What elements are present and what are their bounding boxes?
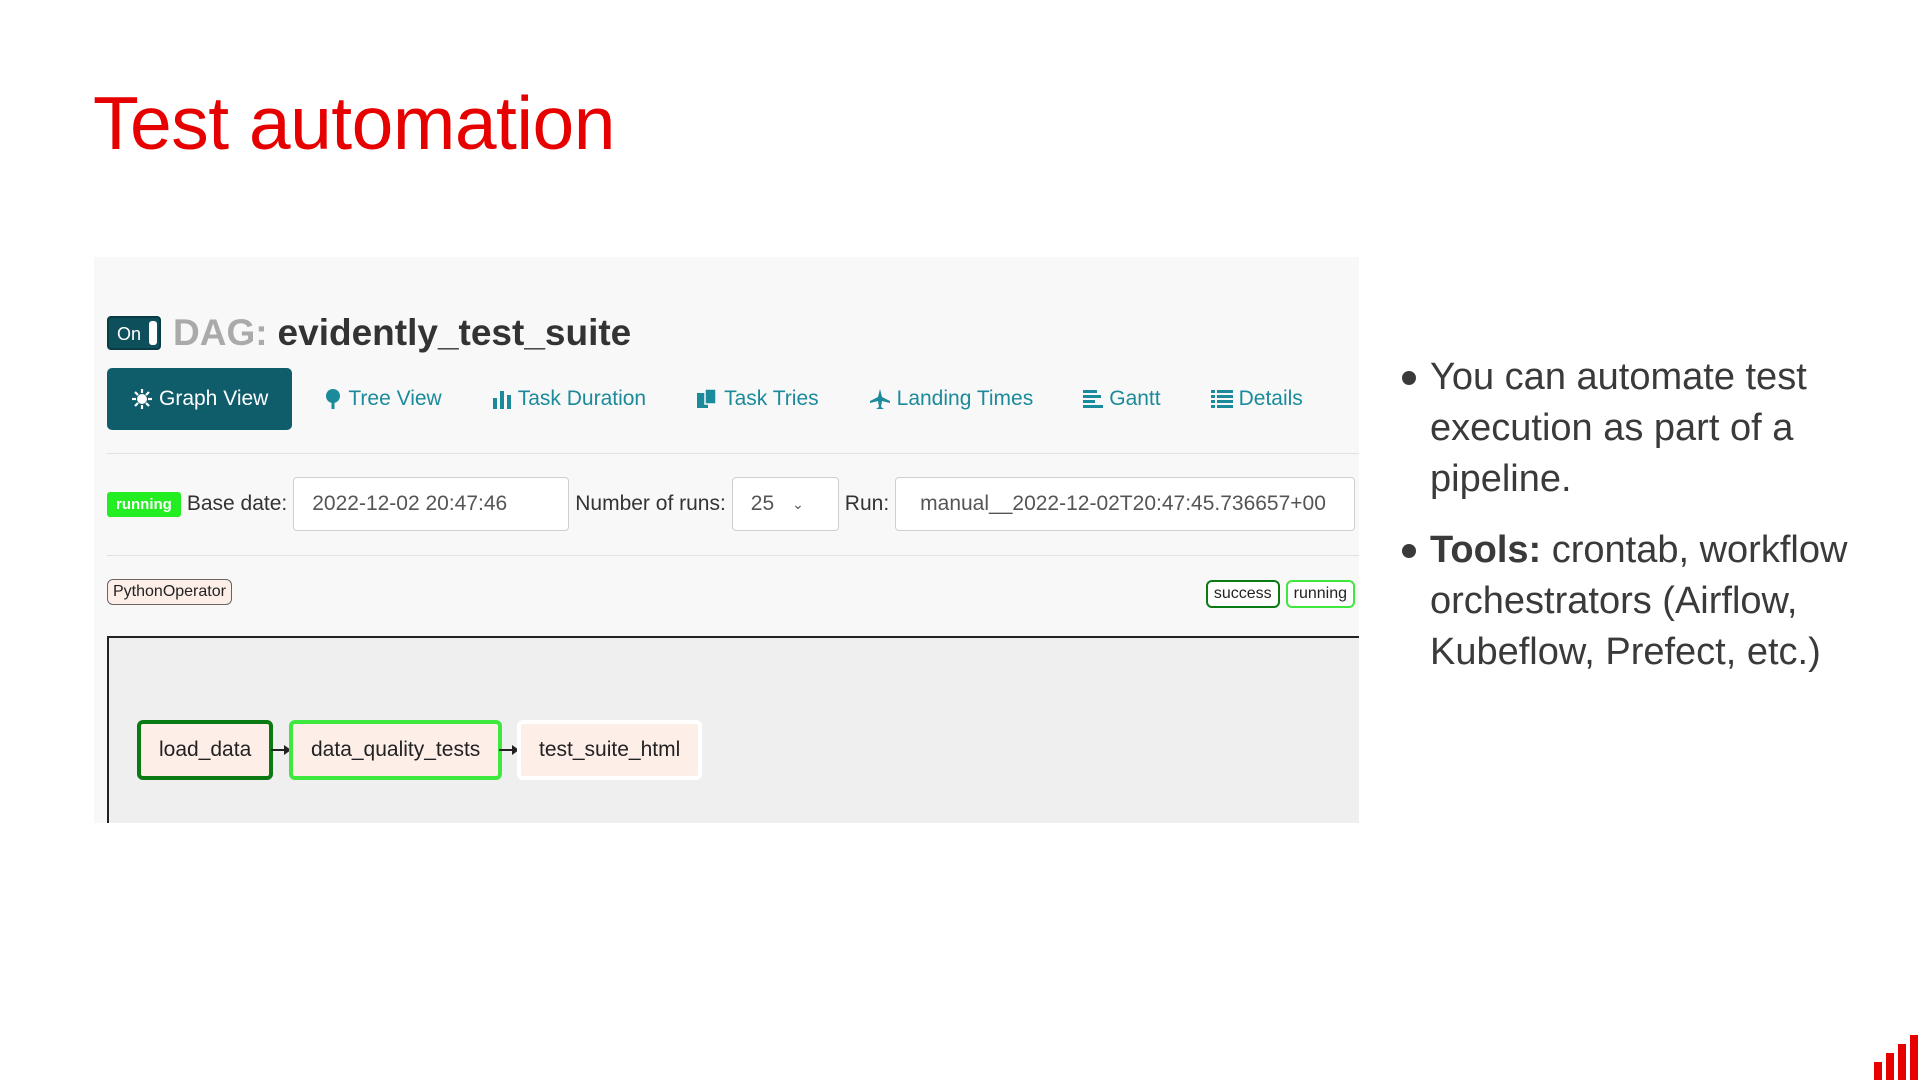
num-runs-label: Number of runs: <box>575 492 726 515</box>
task-node-load-data[interactable]: load_data <box>137 720 274 780</box>
tab-label: Landing Times <box>896 387 1034 410</box>
view-tabs: Graph View Tree View Task Duration Task … <box>107 368 1335 430</box>
legend-success[interactable]: success <box>1205 580 1280 608</box>
tab-label: Task Duration <box>517 387 647 410</box>
chevron-down-icon: ⌄ <box>792 495 804 512</box>
run-label: Run: <box>844 492 890 515</box>
tab-task-tries[interactable]: Task Tries <box>678 368 837 430</box>
legend-running[interactable]: running <box>1285 580 1355 608</box>
bullet-list: You can automate test execution as part … <box>1400 352 1880 698</box>
tree-icon <box>326 389 341 409</box>
toggle-label: On <box>117 323 142 344</box>
dag-graph: load_data data_quality_tests test_suite_… <box>107 636 1359 823</box>
num-runs-value: 25 <box>750 492 775 515</box>
divider <box>107 555 1359 556</box>
base-date-input[interactable]: 2022-12-02 20:47:46 <box>293 477 570 531</box>
state-legend: success running <box>1205 580 1355 608</box>
align-left-icon <box>1083 390 1104 408</box>
tab-landing-times[interactable]: Landing Times <box>851 368 1052 430</box>
bullet-text: You can automate test execution as part … <box>1430 356 1807 500</box>
edge-arrow <box>271 745 291 755</box>
tab-label: Details <box>1238 387 1303 410</box>
dag-prefix: DAG: <box>173 312 268 353</box>
divider <box>107 453 1359 454</box>
tab-graph-view[interactable]: Graph View <box>107 368 293 430</box>
operator-tag: PythonOperator <box>107 579 232 605</box>
run-controls: running Base date: 2022-12-02 20:47:46 N… <box>107 477 1356 531</box>
bar-chart-icon <box>492 391 511 409</box>
status-badge: running <box>107 491 181 517</box>
run-select[interactable]: manual__2022-12-02T20:47:45.736657+00 <box>895 477 1356 531</box>
tab-details[interactable]: Details <box>1193 368 1321 430</box>
files-icon <box>697 388 717 408</box>
list-icon <box>1210 390 1233 408</box>
dag-toggle[interactable]: On <box>107 316 161 350</box>
tab-tree-view[interactable]: Tree View <box>306 368 459 430</box>
base-date-value: 2022-12-02 20:47:46 <box>312 492 508 515</box>
dag-header: On DAG: evidently_test_suite <box>107 312 632 353</box>
task-node-data-quality-tests[interactable]: data_quality_tests <box>289 720 503 780</box>
run-value: manual__2022-12-02T20:47:45.736657+00 <box>920 492 1326 515</box>
toggle-knob <box>149 321 157 345</box>
slide-title: Test automation <box>93 81 615 165</box>
brand-logo-icon <box>1874 1035 1918 1080</box>
base-date-label: Base date: <box>186 492 288 515</box>
plane-icon <box>869 389 890 409</box>
bullet-item: Tools: crontab, workflow orchestrators (… <box>1400 525 1880 678</box>
sun-icon <box>132 389 152 409</box>
task-node-test-suite-html[interactable]: test_suite_html <box>517 720 703 780</box>
airflow-screenshot: On DAG: evidently_test_suite Graph View <box>94 257 1359 823</box>
edge-arrow <box>499 745 519 755</box>
bullet-bold: Tools: <box>1430 529 1542 571</box>
tab-label: Task Tries <box>724 387 819 410</box>
bullet-item: You can automate test execution as part … <box>1400 352 1880 505</box>
tab-label: Graph View <box>159 387 269 410</box>
num-runs-select[interactable]: 25 ⌄ <box>731 477 839 531</box>
tab-task-duration[interactable]: Task Duration <box>474 368 664 430</box>
dag-title: evidently_test_suite <box>277 312 632 353</box>
tab-gantt[interactable]: Gantt <box>1065 368 1178 430</box>
tab-label: Gantt <box>1109 387 1161 410</box>
tab-label: Tree View <box>348 387 442 410</box>
